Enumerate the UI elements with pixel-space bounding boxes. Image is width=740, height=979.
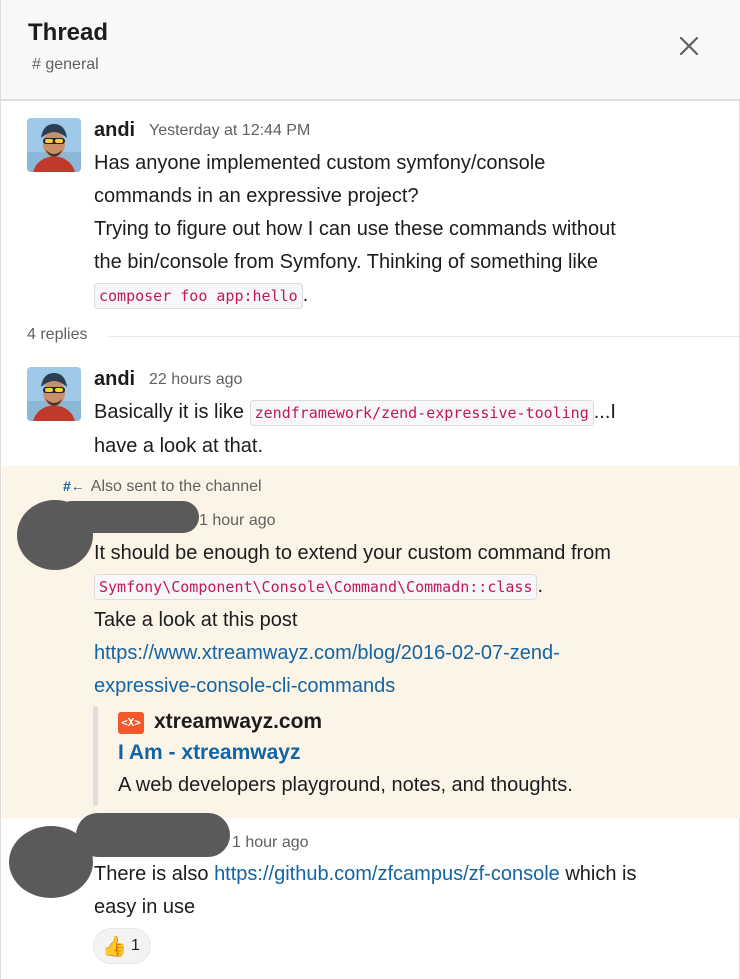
message-text: Take a look at this post (94, 609, 298, 631)
message-text: composer foo app:hello. (94, 279, 724, 313)
unfurl-title-link[interactable]: I Am - xtreamwayz (118, 741, 300, 765)
github-link[interactable]: https://github.com/zfcampus/zf-console (214, 863, 560, 885)
message-text: Symfony\Component\Console\Command\Commad… (94, 570, 734, 604)
message-body: Has anyone implemented custom symfony/co… (94, 147, 724, 313)
message-text: Has anyone implemented custom symfony/co… (94, 152, 546, 174)
message-text: There is also https://github.com/zfcampu… (94, 858, 734, 891)
also-sent-to-channel[interactable]: #← Also sent to the channel (63, 478, 262, 496)
code-suffix: . (302, 284, 309, 306)
reaction-count: 1 (131, 937, 140, 954)
message-timestamp[interactable]: Yesterday at 12:44 PM (149, 122, 310, 140)
redacted-author (56, 501, 199, 533)
thread-panel: Thread # general andi Yesterday at 12:44… (0, 0, 740, 979)
close-icon[interactable] (673, 30, 705, 62)
replies-count: 4 replies (27, 326, 88, 343)
replies-divider (109, 336, 739, 337)
thread-header: Thread # general (1, 0, 740, 101)
redacted-author (76, 813, 230, 857)
message-text: have a look at that. (94, 435, 264, 457)
message-text: Basically it is like zendframework/zend-… (94, 396, 724, 430)
thumbs-up-icon: 👍 (102, 936, 127, 958)
channel-reply-icon: #← (63, 478, 85, 494)
message-timestamp[interactable]: 1 hour ago (232, 834, 309, 852)
message-text: commands in an expressive project? (94, 185, 419, 207)
site-logo-icon: <X> (118, 712, 144, 734)
message-text: easy in use (94, 896, 196, 918)
message-author[interactable]: andi (94, 368, 135, 391)
message-text: the bin/console from Symfony. Thinking o… (94, 251, 598, 273)
avatar[interactable] (27, 118, 81, 172)
code-suffix: . (537, 575, 544, 597)
inline-code: Symfony\Component\Console\Command\Commad… (94, 574, 538, 600)
thread-title: Thread (28, 19, 109, 46)
message-timestamp[interactable]: 22 hours ago (149, 371, 242, 389)
channel-name[interactable]: # general (32, 56, 99, 74)
message-text: Trying to figure out how I can use these… (94, 218, 616, 240)
inline-code: composer foo app:hello (94, 283, 303, 309)
post-link[interactable]: https://www.xtreamwayz.com/blog/2016-02-… (94, 637, 734, 703)
unfurl-description: A web developers playground, notes, and … (118, 774, 573, 796)
also-sent-label: Also sent to the channel (90, 478, 262, 495)
message-body: There is also https://github.com/zfcampu… (94, 858, 734, 924)
message-text-part: There is also (94, 863, 215, 885)
message-body: Basically it is like zendframework/zend-… (94, 396, 724, 463)
thumbs-up-reaction[interactable]: 👍 1 (93, 928, 151, 964)
post-link-line[interactable]: expressive-console-cli-commands (94, 670, 734, 703)
unfurl-bar (93, 706, 98, 806)
post-link-line[interactable]: https://www.xtreamwayz.com/blog/2016-02-… (94, 637, 734, 670)
unfurl-site-name: xtreamwayz.com (154, 710, 323, 733)
message-author[interactable]: andi (94, 119, 135, 142)
message-text-part: Basically it is like (94, 401, 250, 423)
message-text: It should be enough to extend your custo… (94, 542, 611, 564)
inline-code: zendframework/zend-expressive-tooling (249, 400, 594, 426)
message-timestamp[interactable]: 1 hour ago (199, 512, 276, 530)
message-text-part: ...I (593, 401, 616, 423)
message-body: It should be enough to extend your custo… (94, 537, 734, 703)
avatar[interactable] (27, 367, 81, 421)
message-text-part: which is (559, 863, 637, 885)
